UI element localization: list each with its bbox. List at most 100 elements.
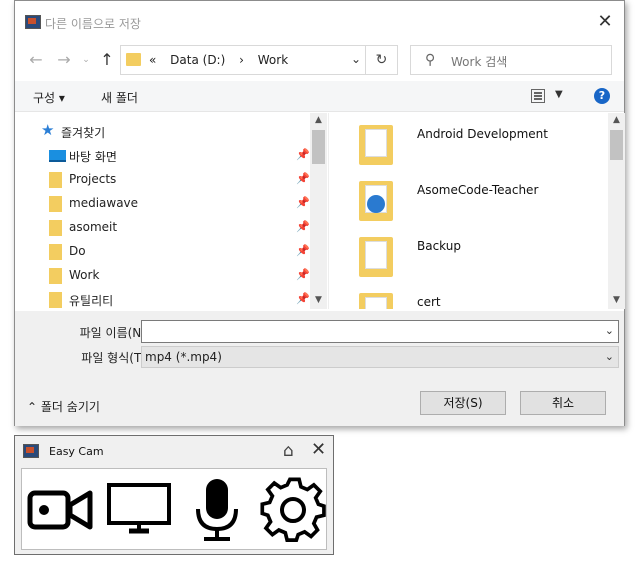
list-item[interactable]: Android Development xyxy=(329,113,609,169)
microphone-icon xyxy=(196,479,238,541)
chevron-down-icon[interactable]: ⌄ xyxy=(605,350,614,363)
save-options-panel: 파일 이름(N): ⌄ 파일 형식(T): mp4 (*.mp4) ⌄ ⌃ 폴더… xyxy=(15,311,624,426)
settings-gear-icon xyxy=(260,477,326,542)
breadcrumb-overflow[interactable]: « xyxy=(149,53,156,67)
list-item[interactable]: Backup xyxy=(329,225,609,281)
close-icon[interactable]: ✕ xyxy=(596,13,614,31)
recent-locations-chevron-icon[interactable]: ⌄ xyxy=(77,51,95,69)
address-bar[interactable]: « Data (D:) › Work ⌄ xyxy=(120,45,366,75)
star-icon: ★ xyxy=(41,121,55,139)
monitor-icon xyxy=(107,483,171,534)
address-dropdown-icon[interactable]: ⌄ xyxy=(351,52,361,66)
folder-icon xyxy=(49,268,62,284)
navigation-pane: ★ 즐겨찾기 바탕 화면 📌 Projects 📌 mediawave 📌 as… xyxy=(15,113,327,309)
new-folder-button[interactable]: 새 폴더 xyxy=(101,89,138,106)
navigation-scrollbar[interactable]: ▲ ▼ xyxy=(310,113,327,309)
hide-folders-label: 폴더 숨기기 xyxy=(40,400,100,414)
file-name: AsomeCode-Teacher xyxy=(417,183,539,197)
pin-icon: 📌 xyxy=(296,268,310,281)
file-name: Android Development xyxy=(417,127,548,141)
desktop-icon xyxy=(49,150,66,162)
breadcrumb-drive[interactable]: Data (D:) xyxy=(170,53,225,67)
scrollbar-thumb[interactable] xyxy=(610,130,623,160)
folder-icon xyxy=(49,196,62,212)
folder-icon xyxy=(359,237,393,277)
scroll-up-icon[interactable]: ▲ xyxy=(608,115,625,125)
save-as-dialog: 다른 이름으로 저장 ✕ ← → ⌄ ↑ « Data (D:) › Work … xyxy=(14,0,625,426)
view-dropdown-icon[interactable]: ▼ xyxy=(555,89,563,100)
folder-icon xyxy=(49,244,62,260)
nav-item-utilities[interactable]: 유틸리티 📌 xyxy=(45,289,310,309)
nav-item-label: 즐겨찾기 xyxy=(61,126,106,140)
nav-item-projects[interactable]: Projects 📌 xyxy=(45,169,310,191)
help-icon[interactable]: ? xyxy=(594,88,610,104)
list-item[interactable]: cert xyxy=(329,281,609,309)
cancel-button[interactable]: 취소 xyxy=(520,391,606,415)
easy-cam-title-bar: Easy Cam ⌂ ✕ xyxy=(15,436,333,466)
back-arrow-icon[interactable]: ← xyxy=(27,51,45,69)
nav-item-label: Work xyxy=(69,268,100,282)
scrollbar-thumb[interactable] xyxy=(312,130,325,164)
nav-item-do[interactable]: Do 📌 xyxy=(45,241,310,263)
folder-icon xyxy=(359,293,393,309)
file-type-select[interactable]: mp4 (*.mp4) ⌄ xyxy=(141,346,619,368)
folder-icon xyxy=(49,292,62,308)
scroll-down-icon[interactable]: ▼ xyxy=(310,295,327,305)
scroll-up-icon[interactable]: ▲ xyxy=(310,115,327,125)
chevron-up-icon: ⌃ xyxy=(27,400,38,414)
scroll-down-icon[interactable]: ▼ xyxy=(608,295,625,305)
command-toolbar: 구성 ▾ 새 폴더 ▼ ? xyxy=(15,81,624,112)
pin-icon: 📌 xyxy=(296,172,310,185)
breadcrumb-work[interactable]: Work xyxy=(258,53,288,67)
folder-app-icon xyxy=(359,181,393,221)
nav-item-desktop[interactable]: 바탕 화면 📌 xyxy=(45,145,310,167)
file-name: cert xyxy=(417,295,441,309)
nav-item-label: Projects xyxy=(69,172,117,186)
organize-button[interactable]: 구성 ▾ xyxy=(33,89,65,106)
easy-cam-window: Easy Cam ⌂ ✕ xyxy=(14,435,334,555)
list-item[interactable]: AsomeCode-Teacher xyxy=(329,169,609,225)
nav-item-mediawave[interactable]: mediawave 📌 xyxy=(45,193,310,215)
navigation-bar: ← → ⌄ ↑ « Data (D:) › Work ⌄ ↻ ⚲ Work 검색 xyxy=(15,43,624,79)
record-camera-button[interactable] xyxy=(26,477,96,543)
search-box[interactable]: ⚲ Work 검색 xyxy=(410,45,612,75)
home-icon[interactable]: ⌂ xyxy=(283,441,294,461)
nav-item-favorites[interactable]: ★ 즐겨찾기 xyxy=(41,121,310,143)
pin-icon: 📌 xyxy=(296,196,310,209)
nav-item-label: asomeit xyxy=(69,220,118,234)
nav-item-asomeit[interactable]: asomeit 📌 xyxy=(45,217,310,239)
refresh-icon: ↻ xyxy=(375,52,388,68)
record-screen-button[interactable] xyxy=(104,477,174,543)
chevron-down-icon[interactable]: ⌄ xyxy=(605,324,614,337)
pin-icon: 📌 xyxy=(296,292,310,305)
refresh-button[interactable]: ↻ xyxy=(366,45,398,75)
file-list: Android Development AsomeCode-Teacher Ba… xyxy=(328,113,625,309)
easy-cam-toolbar xyxy=(21,468,327,550)
folder-icon xyxy=(126,53,141,66)
save-button[interactable]: 저장(S) xyxy=(420,391,506,415)
folder-icon xyxy=(49,220,62,236)
record-audio-button[interactable] xyxy=(182,477,252,543)
forward-arrow-icon[interactable]: → xyxy=(55,51,73,69)
nav-item-label: mediawave xyxy=(69,196,139,210)
close-icon[interactable]: ✕ xyxy=(311,439,326,460)
dialog-title-bar: 다른 이름으로 저장 ✕ xyxy=(15,1,624,43)
file-name-label: 파일 이름(N): xyxy=(79,326,150,340)
breadcrumb-separator: › xyxy=(239,53,244,67)
settings-button[interactable] xyxy=(258,477,328,543)
file-type-label: 파일 형식(T): xyxy=(81,351,150,365)
file-name: Backup xyxy=(417,239,461,253)
view-options-icon[interactable] xyxy=(531,89,545,103)
search-placeholder: Work 검색 xyxy=(451,55,508,69)
file-name-field[interactable]: ⌄ xyxy=(141,320,619,343)
up-arrow-icon[interactable]: ↑ xyxy=(98,51,116,69)
app-icon xyxy=(23,444,39,458)
pin-icon: 📌 xyxy=(296,148,310,161)
nav-item-work[interactable]: Work 📌 xyxy=(45,265,310,287)
file-list-scrollbar[interactable]: ▲ ▼ xyxy=(608,113,625,309)
folder-icon xyxy=(359,125,393,165)
search-icon: ⚲ xyxy=(425,52,436,68)
hide-folders-toggle[interactable]: ⌃ 폴더 숨기기 xyxy=(27,398,100,415)
pin-icon: 📌 xyxy=(296,220,310,233)
dialog-title: 다른 이름으로 저장 xyxy=(45,17,141,31)
